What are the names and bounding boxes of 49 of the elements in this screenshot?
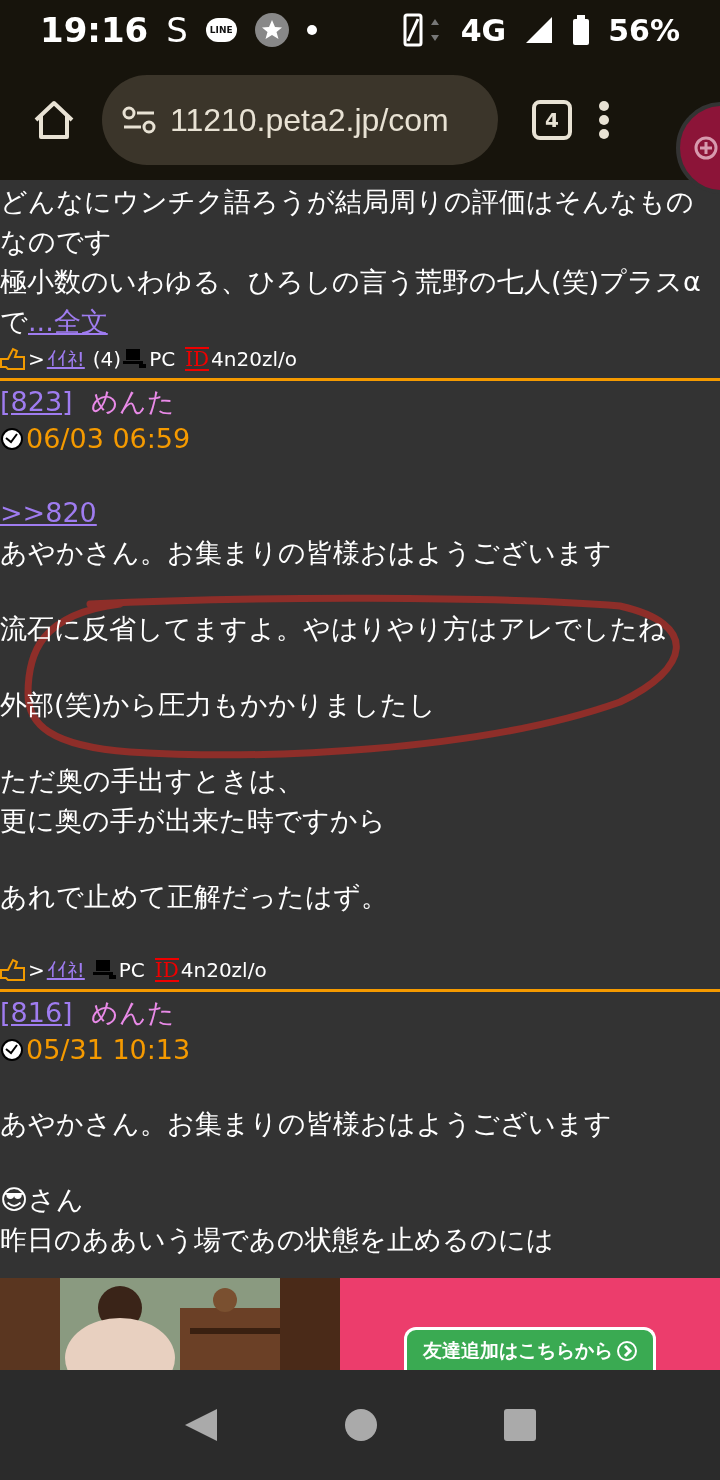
- post-text: 😎さん: [0, 1184, 85, 1215]
- user-id: 4n20zl/o: [211, 346, 297, 373]
- site-settings-icon[interactable]: [122, 105, 156, 135]
- thumbs-up-icon: [0, 347, 26, 371]
- device-label: PC: [149, 346, 176, 373]
- post-text: あやかさん。お集まりの皆様おはようございます: [0, 1108, 612, 1139]
- arrow-text: >: [28, 957, 45, 984]
- user-id: 4n20zl/o: [180, 957, 267, 984]
- home-icon[interactable]: [344, 1408, 378, 1442]
- poster-name: めんた: [90, 385, 175, 419]
- post-text: あやかさん。お集まりの皆様おはようございます: [0, 537, 612, 568]
- like-count: (4): [92, 346, 122, 373]
- like-link[interactable]: ｲｲﾈ!: [46, 344, 85, 374]
- app-notification-icon: S: [166, 10, 188, 50]
- post-text: 極小数のいわゆる、ひろしの言う荒野の七人(笑)プラスαで...全文: [0, 266, 701, 337]
- post-text: 更に奥の手が出来た時ですから: [0, 805, 386, 836]
- chevron-right-icon: [617, 1341, 637, 1361]
- computer-icon: [92, 959, 117, 981]
- recents-icon[interactable]: [503, 1408, 538, 1442]
- poster-name: めんた: [90, 996, 175, 1030]
- post-text: 外部(笑)から圧力もかかりましたし: [0, 689, 437, 720]
- tab-count-button[interactable]: 4: [532, 100, 572, 140]
- home-icon[interactable]: [32, 100, 76, 140]
- full-text-link[interactable]: ...全文: [28, 306, 108, 337]
- network-type: 4G: [460, 12, 507, 48]
- like-link[interactable]: ｲｲﾈ!: [46, 955, 85, 985]
- post-text: あれで止めて正解だったはず。: [0, 881, 388, 912]
- add-friend-button[interactable]: 友達追加はこちらから: [404, 1327, 656, 1370]
- post-text: ただ奥の手出すときは、: [0, 765, 304, 796]
- post-text: 昨日のああいう場であの状態を止めるのには: [0, 1224, 554, 1255]
- device-label: PC: [118, 957, 145, 984]
- post-number-link[interactable]: [823]: [0, 383, 73, 421]
- post-date: 06/03 06:59: [26, 422, 191, 456]
- post-date: 05/31 10:13: [26, 1033, 191, 1067]
- line-notification-icon: LINE: [205, 18, 237, 42]
- computer-icon: [123, 348, 148, 370]
- address-bar[interactable]: 11210.peta2.jp/com: [102, 75, 498, 165]
- battery-icon: [572, 15, 591, 45]
- signal-icon: [524, 15, 555, 45]
- arrow-text: >: [28, 346, 45, 373]
- thumbs-up-icon: [0, 958, 26, 982]
- more-menu-icon[interactable]: [598, 100, 610, 140]
- post-number-link[interactable]: [816]: [0, 994, 73, 1032]
- reply-link[interactable]: >>820: [0, 497, 97, 528]
- clock: 19:16: [40, 10, 149, 50]
- dot-icon: [306, 25, 317, 35]
- post-text: どんなにウンチク語ろうが結局周りの評価はそんなものなのです: [0, 186, 694, 257]
- post-text: 流石に反省してますよ。やはりやり方はアレでしたね: [0, 613, 666, 644]
- battery-percent: 56%: [608, 12, 680, 48]
